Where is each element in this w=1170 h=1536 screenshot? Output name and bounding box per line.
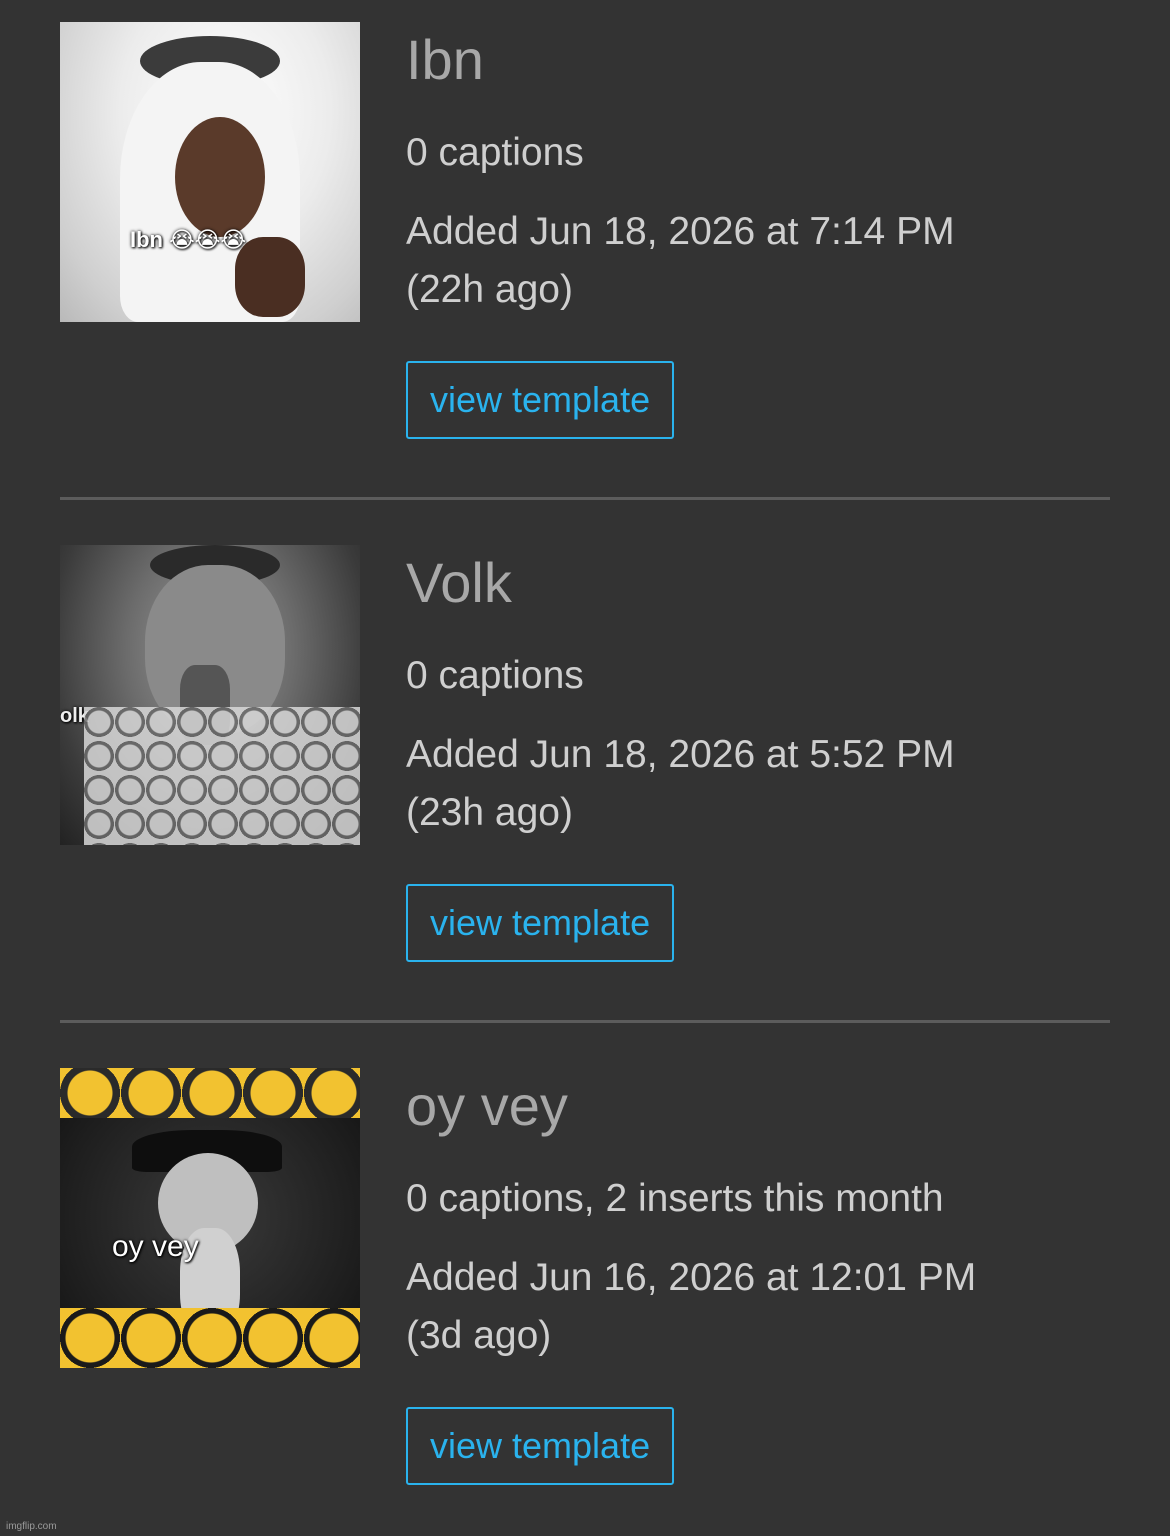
added-ago: (23h ago) [406, 790, 573, 834]
list-item: olk Volk 0 captions Added Jun 18, 2026 a… [60, 545, 1110, 995]
divider [60, 497, 1110, 500]
template-list: Ibn 😭😭😭 Ibn 0 captions Added Jun 18, 202… [60, 22, 1110, 1518]
thumb-caption: Ibn 😭😭😭 [130, 227, 247, 252]
emoji-pattern [84, 707, 360, 845]
list-item: Ibn 😭😭😭 Ibn 0 captions Added Jun 18, 202… [60, 22, 1110, 472]
template-title: oy vey [406, 1074, 568, 1137]
added-date: Added Jun 18, 2026 at 5:52 PM (23h ago) [406, 726, 1110, 842]
item-content: Volk 0 captions Added Jun 18, 2026 at 5:… [406, 545, 1110, 962]
template-thumbnail[interactable]: oy vey [60, 1068, 360, 1368]
view-template-button[interactable]: view template [406, 360, 675, 439]
emoji-row-bottom [60, 1308, 360, 1368]
template-title: Ibn [406, 28, 484, 91]
item-content: Ibn 0 captions Added Jun 18, 2026 at 7:1… [406, 22, 1110, 439]
caption-count: 0 captions, 2 inserts this month [406, 1177, 944, 1220]
view-template-button[interactable]: view template [406, 1406, 675, 1485]
view-template-button[interactable]: view template [406, 883, 675, 962]
template-title: Volk [406, 551, 512, 614]
added-ago: (3d ago) [406, 1313, 552, 1357]
caption-count: 0 captions [406, 654, 584, 697]
template-thumbnail[interactable]: olk [60, 545, 360, 845]
caption-count: 0 captions [406, 131, 584, 174]
thumb-caption: oy vey [112, 1230, 199, 1263]
list-item: oy vey oy vey 0 captions, 2 inserts this… [60, 1068, 1110, 1518]
item-content: oy vey 0 captions, 2 inserts this month … [406, 1068, 1110, 1485]
divider [60, 1020, 1110, 1023]
added-ago: (22h ago) [406, 267, 573, 311]
added-date: Added Jun 18, 2026 at 7:14 PM (22h ago) [406, 203, 1110, 319]
added-timestamp: Added Jun 16, 2026 at 12:01 PM [406, 1255, 977, 1299]
added-date: Added Jun 16, 2026 at 12:01 PM (3d ago) [406, 1249, 1110, 1365]
added-timestamp: Added Jun 18, 2026 at 7:14 PM [406, 209, 955, 253]
emoji-row-top [60, 1068, 360, 1118]
watermark: imgflip.com [6, 1521, 57, 1532]
template-thumbnail[interactable]: Ibn 😭😭😭 [60, 22, 360, 322]
added-timestamp: Added Jun 18, 2026 at 5:52 PM [406, 732, 955, 776]
